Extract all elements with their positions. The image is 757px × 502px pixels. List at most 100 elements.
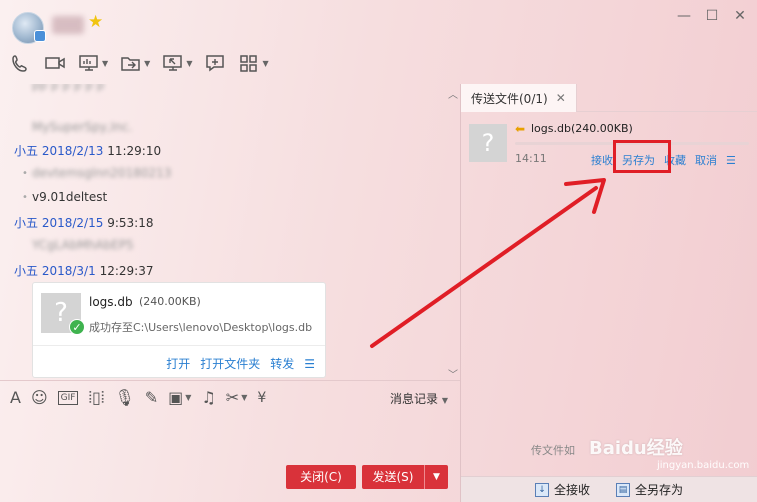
open-file-link[interactable]: 打开 xyxy=(166,355,190,372)
pen-icon[interactable]: ✎ xyxy=(145,388,158,407)
chevron-down-icon: ▼ xyxy=(262,58,269,68)
download-icon: ↓ xyxy=(534,482,549,497)
send-label: 发送(S) xyxy=(372,470,414,484)
scroll-down-icon[interactable]: ﹀ xyxy=(448,366,458,381)
chat-toolbar: ▼ ▼ ▼ ▼ xyxy=(10,52,269,74)
check-icon: ✓ xyxy=(69,319,85,335)
tab-file-transfer[interactable]: 传送文件(0/1) ✕ xyxy=(461,84,577,112)
add-chat-icon xyxy=(206,55,225,72)
message-text-blurred: YCgLAbMhAbEP5 xyxy=(32,238,134,252)
gif-icon[interactable]: GIF xyxy=(57,390,79,405)
send-file-button[interactable]: ▼ xyxy=(120,52,150,74)
file-transfer-pane: 传送文件(0/1) ✕ ? ⬅ logs.db(240.00KB) 14:11 … xyxy=(461,84,757,502)
cancel-link[interactable]: 取消 xyxy=(695,152,717,168)
message-time: 12:29:37 xyxy=(99,264,154,278)
font-icon[interactable]: A xyxy=(10,388,21,407)
file-message-card: ? ✓ logs.db (240.00KB) 成功存至C:\Users\leno… xyxy=(32,282,326,378)
transfer-file-name: logs.db(240.00KB) xyxy=(531,122,633,135)
message-text-blurred: devtemsglnn20180213 xyxy=(32,166,172,180)
message-date: 2018/3/1 xyxy=(41,264,96,278)
emoji-icon[interactable]: ☺ xyxy=(31,388,48,407)
window-controls: — ☐ ✕ xyxy=(677,8,747,24)
file-name: logs.db xyxy=(89,295,133,309)
video-call-button[interactable] xyxy=(44,52,66,74)
minimize-icon[interactable]: — xyxy=(677,8,691,24)
watermark: Baidu经验 xyxy=(589,438,683,459)
transfer-hint: 传文件如 xyxy=(531,444,575,457)
open-folder-link[interactable]: 打开文件夹 xyxy=(200,355,260,372)
message-text-blurred: MySuperSpy,Inc. xyxy=(32,120,133,134)
shake-icon[interactable]: ⦙▯⦙ xyxy=(88,388,104,408)
sender-name[interactable]: 小五 xyxy=(14,144,38,158)
receive-all-label: 全接收 xyxy=(553,483,590,497)
input-toolbar: A ☺ GIF ⦙▯⦙ 🎙︎ ✎ ▣ ▼ ♫ ✂ ▼ ¥ 消息记录 ▼ xyxy=(0,380,460,414)
maximize-icon[interactable]: ☐ xyxy=(705,8,719,24)
file-saved-status: 成功存至C:\Users\lenovo\Desktop\logs.db xyxy=(89,321,313,334)
save-as-highlight-box xyxy=(613,140,671,173)
chevron-down-icon: ▼ xyxy=(441,396,448,405)
image-icon[interactable]: ▣ ▼ xyxy=(168,388,191,407)
red-packet-icon[interactable]: ¥ xyxy=(257,390,266,406)
remote-desktop-icon xyxy=(163,55,183,71)
receive-link[interactable]: 接收 xyxy=(591,152,613,168)
bullet: • xyxy=(22,168,28,179)
send-button[interactable]: 发送(S) ▼ xyxy=(362,465,448,489)
more-options-icon[interactable]: ☰ xyxy=(726,154,736,167)
message-text: v9.01deltest xyxy=(32,190,108,204)
chat-window: ★ — ☐ ✕ ▼ ▼ ▼ ▼ pp p p p p p MySuperSpy,… xyxy=(0,0,757,502)
chat-header: ★ — ☐ ✕ ▼ ▼ ▼ ▼ xyxy=(0,0,757,84)
receive-all-button[interactable]: ↓ 全接收 xyxy=(534,481,590,498)
voice-icon[interactable]: 🎙︎ xyxy=(114,388,134,407)
chevron-down-icon: ▼ xyxy=(186,58,193,68)
device-badge-icon xyxy=(34,30,46,42)
send-options-chevron-icon[interactable]: ▼ xyxy=(424,465,448,489)
chevron-down-icon: ▼ xyxy=(241,393,248,402)
screen-share-button[interactable]: ▼ xyxy=(78,52,108,74)
folder-send-icon xyxy=(121,57,140,71)
divider xyxy=(33,345,325,346)
file-actions: 打开 打开文件夹 转发 ☰ xyxy=(166,355,315,372)
file-size: (240.00KB) xyxy=(139,295,201,308)
screen-share-icon xyxy=(79,55,98,71)
message-sender: 小五 2018/2/13 11:29:10 xyxy=(14,142,161,159)
message-text-blurred: pp p p p p p xyxy=(32,84,105,92)
save-icon: ▤ xyxy=(616,482,630,497)
close-icon[interactable]: ✕ xyxy=(556,91,566,105)
star-icon[interactable]: ★ xyxy=(88,14,103,31)
message-date: 2018/2/15 xyxy=(41,216,104,230)
sender-name[interactable]: 小五 xyxy=(14,216,38,230)
forward-link[interactable]: 转发 xyxy=(270,355,294,372)
message-time: 9:53:18 xyxy=(107,216,154,230)
tab-label: 传送文件(0/1) xyxy=(471,91,548,106)
sender-name[interactable]: 小五 xyxy=(14,264,38,278)
phone-icon xyxy=(12,55,27,72)
remote-desktop-button[interactable]: ▼ xyxy=(162,52,192,74)
scroll-up-icon[interactable]: ︿ xyxy=(448,86,458,101)
message-sender: 小五 2018/2/15 9:53:18 xyxy=(14,214,153,231)
message-sender: 小五 2018/3/1 12:29:37 xyxy=(14,262,153,279)
watermark-url: jingyan.baidu.com xyxy=(657,460,750,471)
message-date: 2018/2/13 xyxy=(41,144,104,158)
apps-button[interactable]: ▼ xyxy=(238,52,269,74)
chevron-down-icon: ▼ xyxy=(185,393,192,402)
voice-call-button[interactable] xyxy=(10,52,32,74)
apps-grid-icon xyxy=(240,55,258,72)
file-thumbnail: ? xyxy=(469,124,507,162)
save-all-as-label: 全另存为 xyxy=(635,483,684,497)
history-label: 消息记录 xyxy=(390,392,439,406)
message-history-button[interactable]: 消息记录 ▼ xyxy=(390,390,448,407)
scissors-icon[interactable]: ✂ ▼ xyxy=(226,388,248,407)
transfer-tab-bar: 传送文件(0/1) ✕ xyxy=(461,84,757,112)
incoming-file-icon: ⬅ xyxy=(515,122,526,136)
save-all-as-button[interactable]: ▤ 全另存为 xyxy=(616,481,683,498)
bullet: • xyxy=(22,192,28,203)
music-icon[interactable]: ♫ xyxy=(201,388,215,407)
close-button[interactable]: 关闭(C) xyxy=(286,465,356,489)
create-discussion-button[interactable] xyxy=(204,52,226,74)
contact-name[interactable] xyxy=(52,16,84,34)
chevron-down-icon: ▼ xyxy=(144,58,151,68)
close-icon[interactable]: ✕ xyxy=(733,8,747,24)
menu-icon[interactable]: ☰ xyxy=(304,357,315,371)
transfer-bottom-bar: ↓ 全接收 ▤ 全另存为 xyxy=(461,476,757,502)
transfer-time: 14:11 xyxy=(515,152,547,165)
